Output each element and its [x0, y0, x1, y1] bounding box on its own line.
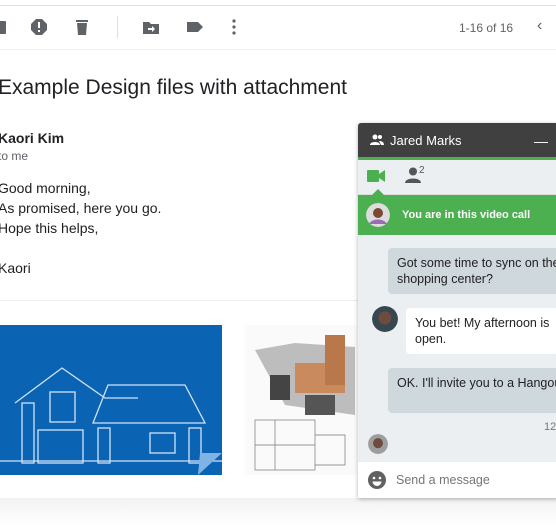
message-time: 12: [544, 421, 556, 433]
archive-icon[interactable]: [0, 18, 8, 36]
toolbar-divider: [0, 49, 556, 50]
participant-count: 2: [419, 165, 425, 176]
chat-header[interactable]: Jared Marks —: [358, 123, 556, 160]
delete-icon[interactable]: [73, 18, 91, 36]
attachments-divider: [0, 300, 360, 301]
blueprint-house-image[interactable]: [0, 325, 222, 475]
message-line: You bet! My afternoon is: [415, 316, 550, 330]
toolbar-separator: [117, 16, 118, 38]
message-line: shopping center?: [397, 272, 493, 286]
body-line: Hope this helps,: [0, 220, 99, 236]
emoji-icon[interactable]: [368, 471, 386, 489]
move-to-icon[interactable]: [142, 18, 160, 36]
video-call-banner: You are in this video call: [358, 189, 556, 235]
body-line: Good morning,: [0, 180, 91, 196]
message-bubble: Got some time to sync on the shopping cen…: [388, 248, 556, 294]
message-placeholder: Send a message: [396, 473, 490, 487]
message-line: OK. I'll invite you to a Hangout: [397, 376, 556, 390]
pagination-count: 1-16 of 16: [459, 21, 514, 35]
top-divider: [0, 5, 556, 6]
minimize-button[interactable]: —: [534, 133, 548, 149]
previous-page-button[interactable]: ‹: [537, 17, 542, 35]
page-bottom: [0, 498, 556, 525]
architecture-sketch-image[interactable]: [245, 325, 357, 475]
video-call-icon[interactable]: [367, 170, 385, 182]
message-bubble: OK. I'll invite you to a Hangout: [388, 368, 556, 413]
sender-name[interactable]: Kaori Kim: [0, 130, 64, 146]
body-line: Kaori: [0, 260, 31, 276]
self-avatar: [366, 203, 390, 227]
message-line: Got some time to sync on the: [397, 256, 556, 270]
banner-text: You are in this video call: [402, 209, 531, 221]
label-icon[interactable]: [186, 18, 204, 36]
body-line: [0, 238, 161, 258]
report-spam-icon[interactable]: [30, 18, 48, 36]
recipient[interactable]: to me: [0, 149, 28, 163]
body-line: As promised, here you go.: [0, 200, 162, 216]
contact-avatar: [372, 306, 398, 332]
message-bubble: You bet! My afternoon is open.: [406, 308, 556, 354]
chat-window: Jared Marks — 2 You are in this video ca…: [358, 123, 556, 498]
email-body: Good morning, As promised, here you go. …: [0, 178, 161, 278]
message-line: open.: [415, 332, 447, 346]
seen-avatar: [368, 434, 388, 454]
more-icon[interactable]: [225, 18, 243, 36]
chat-tabs: 2: [358, 160, 556, 195]
email-subject: Example Design files with attachment: [0, 76, 347, 99]
group-icon: [370, 134, 384, 145]
message-input[interactable]: Send a message: [358, 462, 556, 498]
chat-contact-name: Jared Marks: [390, 132, 462, 148]
